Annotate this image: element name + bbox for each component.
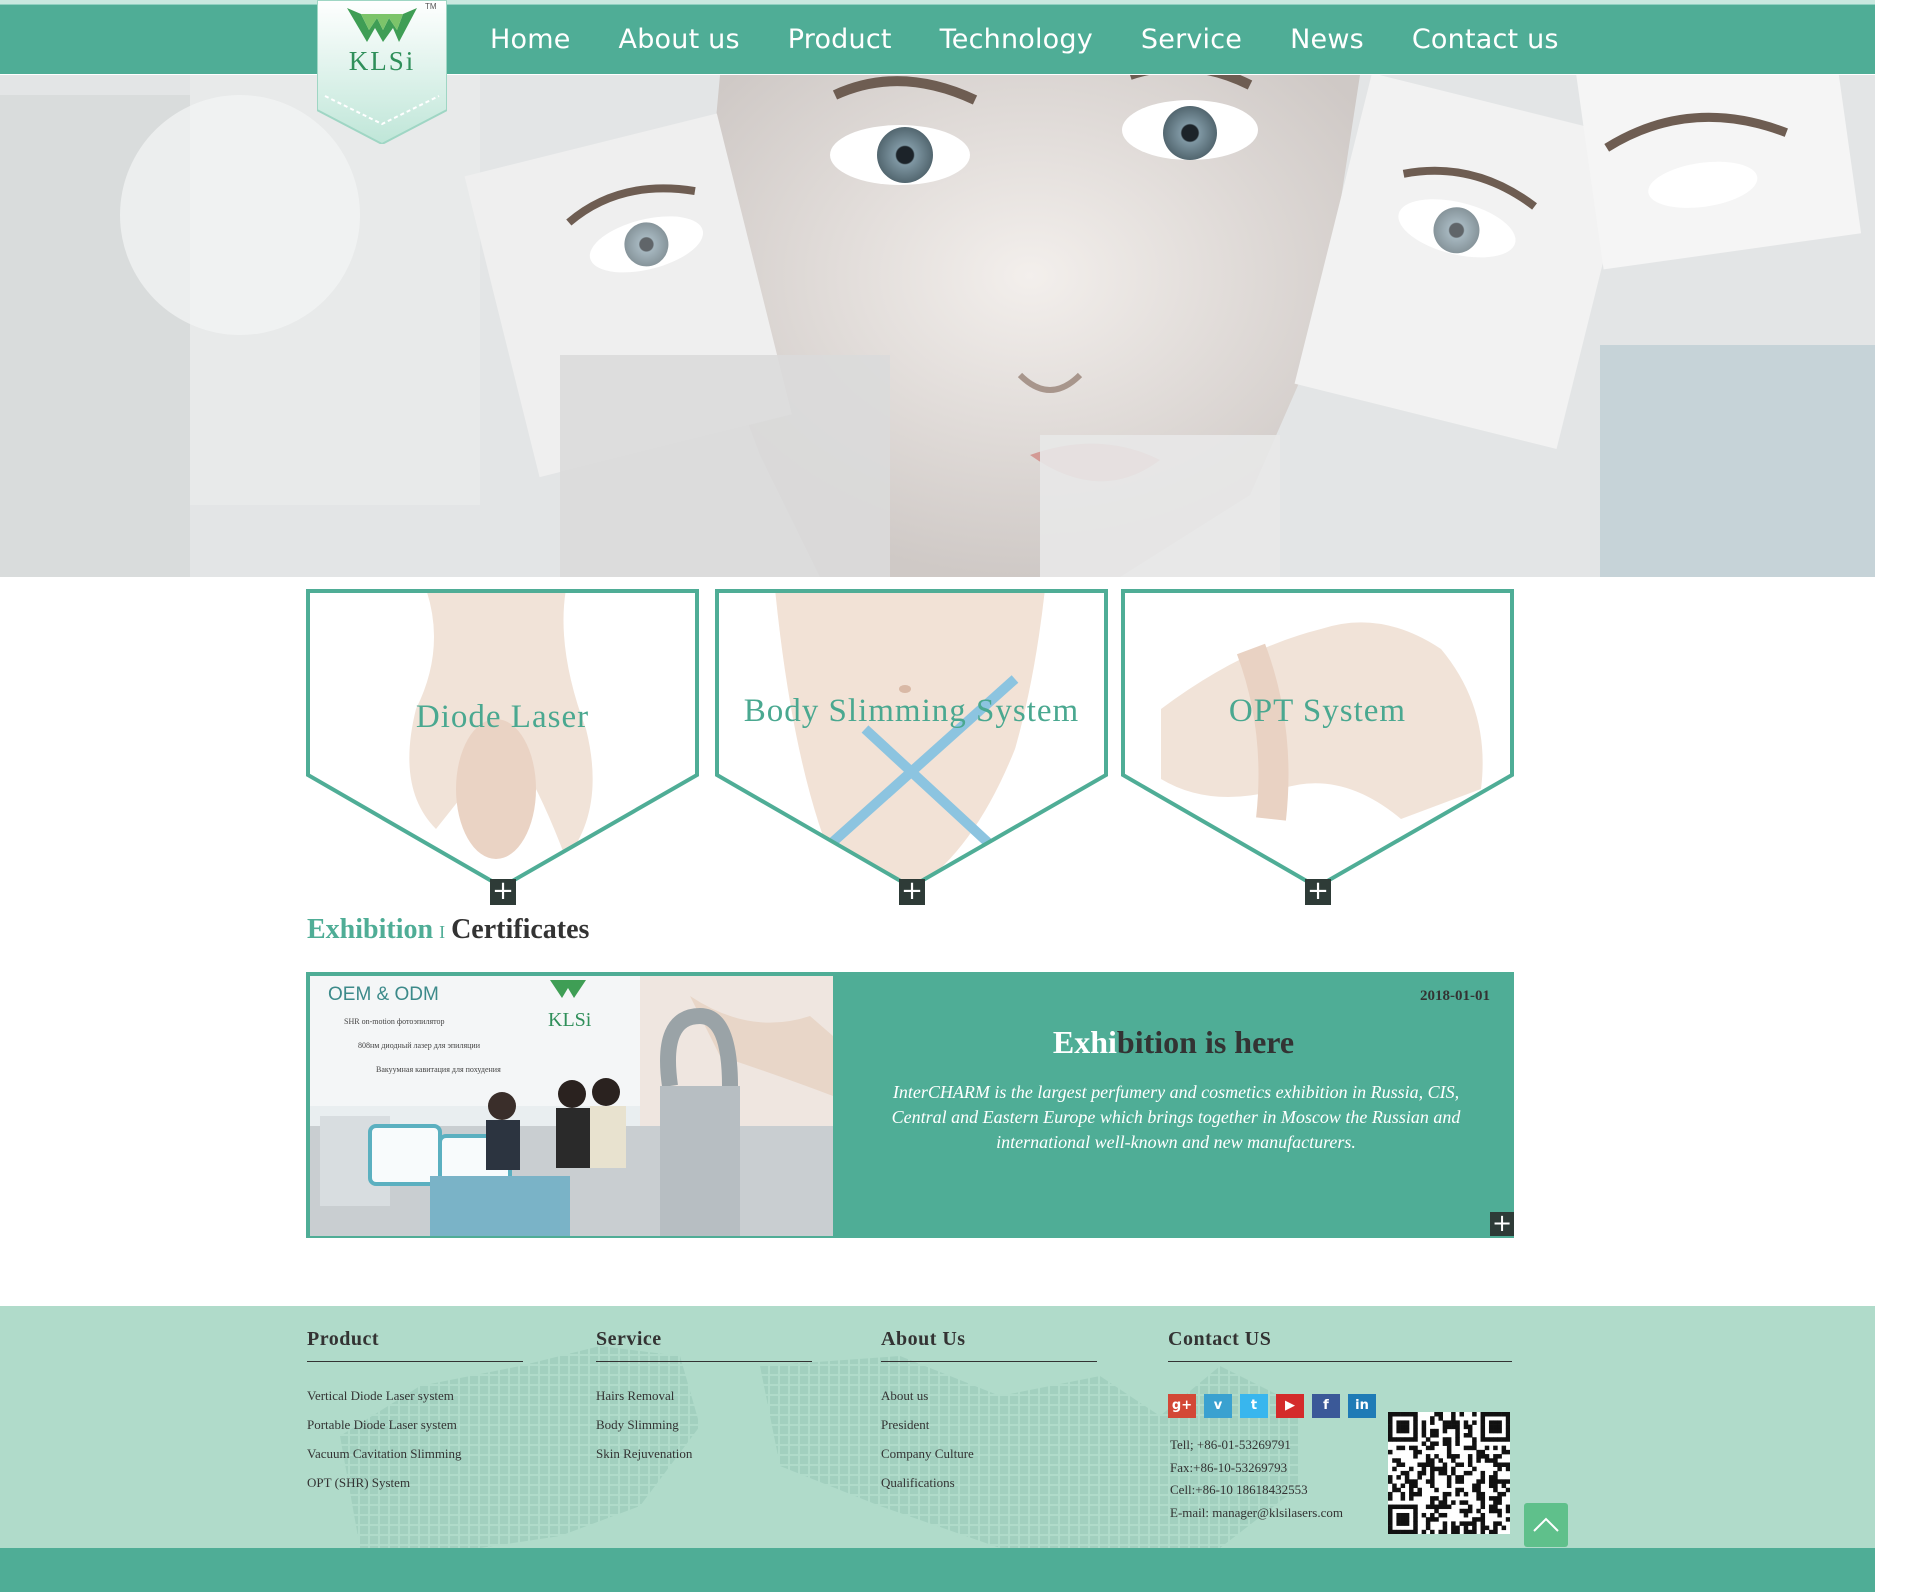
social-links: g+ v t ▶ f in [1168, 1394, 1384, 1418]
footer-link[interactable]: Vertical Diode Laser system [307, 1388, 523, 1417]
exhibition-panel: OEM & ODM KLSi SHR on-motion фотоэпилято… [306, 972, 1514, 1238]
footer-product-heading: Product [307, 1328, 523, 1362]
nav-technology[interactable]: Technology [940, 24, 1093, 55]
footer-about-heading: About Us [881, 1328, 1097, 1362]
section-tabs: Exhibition I Certificates [307, 914, 589, 946]
contact-info: Tell; +86-01-53269791 Fax:+86-10-5326979… [1170, 1434, 1343, 1524]
footer-link[interactable]: Qualifications [881, 1475, 1097, 1504]
main-menu: Home About us Product Technology Service… [490, 4, 1607, 74]
footer-link[interactable]: Skin Rejuvenation [596, 1446, 812, 1475]
footer-link[interactable]: Body Slimming [596, 1417, 812, 1446]
card-body-slimming[interactable]: Body Slimming System + [715, 589, 1108, 905]
expand-plus-icon[interactable]: + [899, 878, 925, 905]
svg-text:OEM & ODM: OEM & ODM [328, 984, 439, 1005]
exhibition-description: InterCHARM is the largest perfumery and … [891, 1082, 1461, 1152]
contact-cell: Cell:+86-10 18618432553 [1170, 1482, 1308, 1497]
footer-link[interactable]: President [881, 1417, 1097, 1446]
footer-link[interactable]: About us [881, 1388, 1097, 1417]
tab-exhibition[interactable]: Exhibition [307, 914, 433, 945]
contact-tel: Tell; +86-01-53269791 [1170, 1437, 1291, 1452]
nav-about-us[interactable]: About us [619, 24, 740, 55]
logo-badge-shape: TM KLSi [317, 0, 447, 144]
hero-banner-image [0, 75, 1875, 577]
svg-text:TM: TM [425, 2, 437, 11]
footer-contact-column: Contact US g+ v t ▶ f in Tell; +86-01-53… [1168, 1328, 1512, 1548]
card-title: Diode Laser [415, 699, 590, 735]
site-logo[interactable]: TM KLSi [317, 0, 447, 144]
footer-link[interactable]: Company Culture [881, 1446, 1097, 1475]
footer-service-column: Service Hairs Removal Body Slimming Skin… [596, 1328, 812, 1475]
exhibition-photo[interactable]: OEM & ODM KLSi SHR on-motion фотоэпилято… [310, 976, 833, 1236]
footer-link[interactable]: Portable Diode Laser system [307, 1417, 523, 1446]
nav-service[interactable]: Service [1141, 24, 1242, 55]
footer-contact-heading: Contact US [1168, 1328, 1512, 1362]
card-frame [306, 589, 699, 889]
nav-product[interactable]: Product [788, 24, 892, 55]
google-plus-icon[interactable]: g+ [1168, 1394, 1196, 1418]
hero-face-collage [0, 75, 1875, 577]
card-diode-laser[interactable]: Diode Laser + [306, 589, 699, 905]
card-title: OPT System [1228, 693, 1407, 729]
back-to-top-button[interactable] [1524, 1503, 1568, 1547]
vimeo-icon[interactable]: v [1204, 1394, 1232, 1418]
card-opt-system[interactable]: OPT System + [1121, 589, 1514, 905]
youtube-icon[interactable]: ▶ [1276, 1394, 1304, 1418]
tab-certificates[interactable]: Certificates [451, 914, 589, 945]
nav-contact-us[interactable]: Contact us [1412, 24, 1559, 55]
tab-separator: I [439, 922, 446, 942]
svg-text:Вакуумная кавитация для похуде: Вакуумная кавитация для похудения [376, 1065, 501, 1074]
chevron-up-icon [1533, 1517, 1559, 1532]
svg-text:KLSi: KLSi [548, 1009, 592, 1031]
product-cards: Diode Laser + Body Slimming System + OPT… [306, 589, 1514, 905]
contact-email[interactable]: E-mail: manager@klsilasers.com [1170, 1502, 1343, 1525]
expand-plus-icon[interactable]: + [1305, 878, 1331, 905]
footer-link[interactable]: Vacuum Cavitation Slimming [307, 1446, 523, 1475]
logo-text: KLSi [349, 46, 416, 76]
nav-home[interactable]: Home [490, 24, 571, 55]
nav-news[interactable]: News [1290, 24, 1364, 55]
facebook-icon[interactable]: f [1312, 1394, 1340, 1418]
card-frame [1121, 589, 1514, 889]
expand-plus-icon[interactable]: + [490, 878, 516, 905]
exhibition-headline[interactable]: Exhibition is here [833, 1024, 1514, 1061]
footer-link[interactable]: OPT (SHR) System [307, 1475, 523, 1504]
card-title: Body Slimming System [743, 693, 1080, 729]
exhibition-date: 2018-01-01 [1420, 988, 1490, 1004]
linkedin-icon[interactable]: in [1348, 1394, 1376, 1418]
footer-about-column: About Us About us President Company Cult… [881, 1328, 1097, 1504]
exhibition-booth-image: OEM & ODM KLSi SHR on-motion фотоэпилято… [310, 976, 833, 1236]
footer: Product Vertical Diode Laser system Port… [0, 1306, 1875, 1548]
footer-product-column: Product Vertical Diode Laser system Port… [307, 1328, 523, 1504]
twitter-icon[interactable]: t [1240, 1394, 1268, 1418]
expand-plus-icon[interactable]: + [1490, 1211, 1514, 1236]
footer-link[interactable]: Hairs Removal [596, 1388, 812, 1417]
svg-text:808нм диодный лазер для эпиляц: 808нм диодный лазер для эпиляции [358, 1041, 481, 1050]
svg-text:SHR on-motion фотоэпилятор: SHR on-motion фотоэпилятор [344, 1017, 445, 1026]
card-frame [715, 589, 1108, 889]
footer-bottom-bar [0, 1548, 1875, 1592]
footer-service-heading: Service [596, 1328, 812, 1362]
qr-code-icon [1388, 1412, 1511, 1535]
contact-fax: Fax:+86-10-53269793 [1170, 1459, 1288, 1475]
